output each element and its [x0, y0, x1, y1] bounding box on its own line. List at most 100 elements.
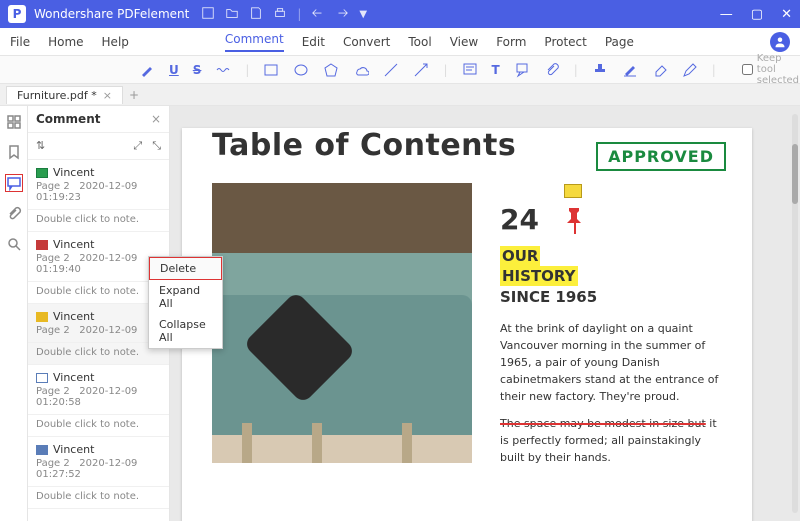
context-menu: Delete Expand All Collapse All	[148, 256, 223, 349]
comment-item[interactable]: Vincent Page 2 2020-12-09 01:20:58	[28, 365, 169, 415]
squiggly-tool-icon[interactable]	[215, 62, 231, 78]
search-icon[interactable]	[6, 236, 22, 252]
avatar[interactable]	[770, 32, 790, 52]
close-tab-icon[interactable]: ×	[103, 89, 112, 102]
vertical-scrollbar[interactable]	[792, 114, 798, 513]
menu-form[interactable]: Form	[496, 35, 526, 49]
divider: |	[712, 63, 716, 77]
menu-protect[interactable]: Protect	[544, 35, 586, 49]
strikethrough-text[interactable]: The space may be modest in size but	[500, 417, 706, 430]
pencil-tool-icon[interactable]	[682, 62, 698, 78]
keep-tool-input[interactable]	[742, 64, 753, 75]
underline-tool-icon[interactable]: U	[169, 63, 179, 77]
app-logo: P	[8, 5, 26, 23]
document-tab[interactable]: Furniture.pdf * ×	[6, 86, 123, 104]
attachments-icon[interactable]	[6, 206, 22, 222]
highlight-comment-icon	[36, 312, 48, 322]
new-icon[interactable]	[201, 6, 215, 23]
comment-note[interactable]: Double click to note.	[28, 487, 169, 509]
undo-icon[interactable]	[311, 6, 325, 23]
print-icon[interactable]	[273, 6, 287, 23]
panel-title: Comment	[36, 112, 100, 126]
strikethrough-tool-icon[interactable]: S	[193, 63, 202, 77]
cloud-tool-icon[interactable]	[353, 62, 369, 78]
divider: |	[245, 63, 249, 77]
furniture-image	[212, 183, 472, 463]
comment-note[interactable]: Double click to note.	[28, 210, 169, 232]
stamp-tool-icon[interactable]	[592, 62, 608, 78]
divider: |	[297, 7, 301, 21]
comment-item[interactable]: Vincent Page 2 2020-12-09 01:27:52	[28, 437, 169, 487]
note-tool-icon[interactable]	[462, 62, 478, 78]
menu-home[interactable]: Home	[48, 35, 83, 49]
folder-icon[interactable]	[225, 6, 239, 23]
textbox-comment-icon	[36, 373, 48, 383]
maximize-button[interactable]: ▢	[751, 7, 763, 22]
sidebar	[0, 106, 28, 521]
sort-icon[interactable]: ⇅	[36, 139, 45, 153]
rect-tool-icon[interactable]	[263, 62, 279, 78]
tab-label: Furniture.pdf *	[17, 89, 97, 102]
thumbnails-icon[interactable]	[6, 114, 22, 130]
approved-stamp[interactable]: APPROVED	[596, 142, 726, 171]
highlighted-text[interactable]: HISTORY	[500, 266, 578, 286]
ctx-expand-all[interactable]: Expand All	[149, 280, 222, 314]
stamp-comment-icon	[36, 168, 48, 178]
minimize-button[interactable]: —	[720, 7, 733, 22]
new-tab-button[interactable]: +	[129, 88, 139, 102]
divider: |	[574, 63, 578, 77]
attachment-tool-icon[interactable]	[544, 62, 560, 78]
more-icon[interactable]: ▼	[359, 9, 367, 20]
section-number: 24	[500, 203, 722, 236]
sticky-note-icon[interactable]	[564, 184, 582, 198]
keep-tool-label: Keep tool selected	[757, 53, 799, 86]
comment-item[interactable]: Vincent Page 2 2020-12-09 01:19:23	[28, 160, 169, 210]
keep-tool-checkbox[interactable]: Keep tool selected	[742, 53, 799, 86]
scroll-thumb[interactable]	[792, 144, 798, 204]
highlighted-text[interactable]: OUR	[500, 246, 540, 266]
eraser-tool-icon[interactable]	[652, 62, 668, 78]
expand-icon[interactable]: ⤢	[133, 139, 142, 153]
link-comment-icon	[36, 445, 48, 455]
tabbar: Furniture.pdf * × +	[0, 84, 800, 106]
menu-help[interactable]: Help	[102, 35, 129, 49]
ctx-collapse-all[interactable]: Collapse All	[149, 314, 222, 348]
line-tool-icon[interactable]	[383, 62, 399, 78]
divider: |	[443, 63, 447, 77]
bookmarks-icon[interactable]	[6, 144, 22, 160]
body-para: The space may be modest in size but it i…	[500, 415, 722, 466]
pushpin-icon[interactable]	[563, 206, 587, 239]
menubar: File Home Help Comment Edit Convert Tool…	[0, 28, 800, 56]
arrow-tool-icon[interactable]	[413, 62, 429, 78]
canvas[interactable]: ◂ Table of Contents APPROVED 24 OUR HIST…	[170, 106, 800, 521]
menu-file[interactable]: File	[10, 35, 30, 49]
signature-tool-icon[interactable]	[622, 62, 638, 78]
redo-icon[interactable]	[335, 6, 349, 23]
collapse-icon[interactable]: ⤡	[152, 139, 161, 153]
close-panel-icon[interactable]: ×	[151, 112, 161, 126]
since-text: SINCE 1965	[500, 288, 722, 306]
body-para: At the brink of daylight on a quaint Van…	[500, 320, 722, 405]
menu-view[interactable]: View	[450, 35, 478, 49]
menu-convert[interactable]: Convert	[343, 35, 390, 49]
menu-comment[interactable]: Comment	[225, 32, 284, 52]
save-icon[interactable]	[249, 6, 263, 23]
highlight-tool-icon[interactable]	[139, 62, 155, 78]
text-tool-icon[interactable]: T	[492, 63, 500, 77]
oval-tool-icon[interactable]	[293, 62, 309, 78]
app-title: Wondershare PDFelement	[34, 7, 189, 21]
menu-page[interactable]: Page	[605, 35, 634, 49]
pin-comment-icon	[36, 240, 48, 250]
comment-panel: Comment × ⇅ ⤢ ⤡ Vincent Page 2 2020-12-0…	[28, 106, 170, 521]
titlebar: P Wondershare PDFelement | ▼ — ▢ ✕	[0, 0, 800, 28]
menu-edit[interactable]: Edit	[302, 35, 325, 49]
menu-tool[interactable]: Tool	[408, 35, 431, 49]
comment-note[interactable]: Double click to note.	[28, 415, 169, 437]
page: Table of Contents APPROVED 24 OUR HISTOR…	[182, 128, 752, 521]
close-button[interactable]: ✕	[781, 7, 792, 22]
callout-tool-icon[interactable]	[514, 62, 530, 78]
comments-panel-icon[interactable]	[5, 174, 23, 192]
polygon-tool-icon[interactable]	[323, 62, 339, 78]
ctx-delete[interactable]: Delete	[149, 257, 222, 280]
ribbon: U S | | T | | Keep tool selected	[0, 56, 800, 84]
